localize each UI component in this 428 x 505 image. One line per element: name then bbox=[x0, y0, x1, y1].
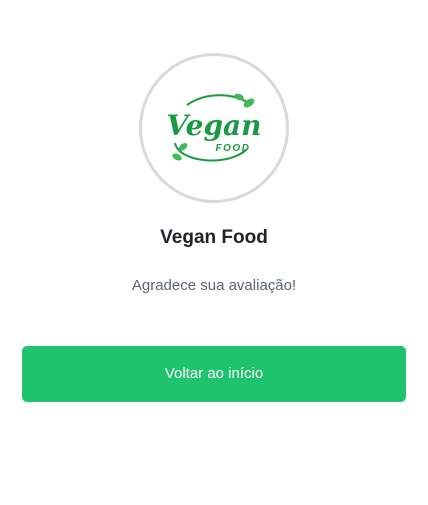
thanks-message: Agradece sua avaliação! bbox=[131, 277, 297, 294]
leaf-icon bbox=[243, 98, 255, 108]
rating-thanks-screen: Vegan FOOD Vegan Food Agradece sua avali… bbox=[0, 0, 428, 505]
leaf-icon bbox=[172, 153, 182, 161]
store-logo: Vegan FOOD bbox=[139, 53, 289, 203]
store-name-heading: Vegan Food bbox=[160, 227, 268, 248]
vegan-food-logo-graphic: Vegan FOOD bbox=[166, 93, 262, 162]
logo-script-text: Vegan bbox=[166, 109, 261, 142]
logo-sub-text: FOOD bbox=[216, 143, 251, 154]
back-home-button[interactable]: Voltar ao início bbox=[22, 346, 406, 402]
